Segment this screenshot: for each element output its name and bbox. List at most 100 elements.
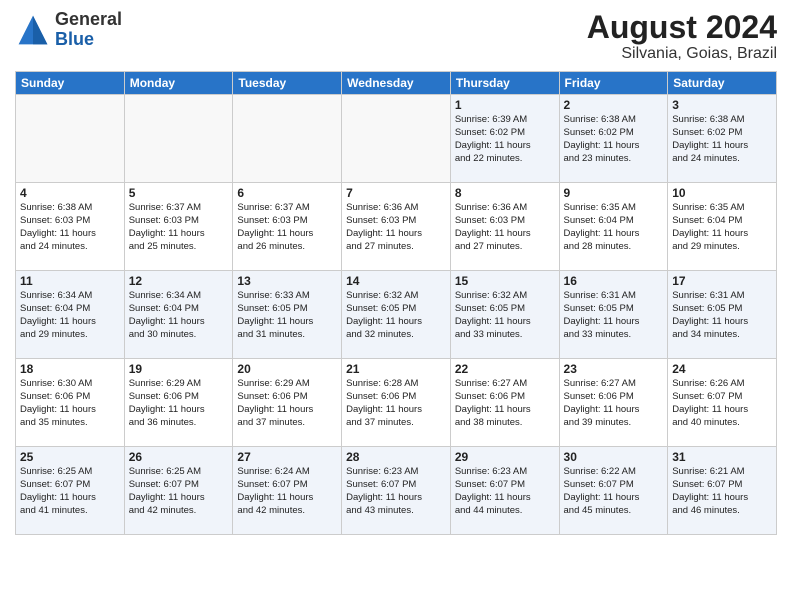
calendar-cell: 25 Sunrise: 6:25 AM Sunset: 6:07 PM Dayli… [16, 447, 125, 535]
day-content: Sunrise: 6:29 AM Sunset: 6:06 PM Dayligh… [129, 378, 229, 429]
week-row-1: 1 Sunrise: 6:39 AM Sunset: 6:02 PM Daylig… [16, 95, 777, 183]
day-content: Sunrise: 6:25 AM Sunset: 6:07 PM Dayligh… [20, 466, 120, 517]
calendar-cell: 18 Sunrise: 6:30 AM Sunset: 6:06 PM Dayli… [16, 359, 125, 447]
day-header-wednesday: Wednesday [342, 72, 451, 95]
header: General Blue August 2024 Silvania, Goias… [15, 10, 777, 63]
day-number: 7 [346, 186, 446, 200]
day-content: Sunrise: 6:25 AM Sunset: 6:07 PM Dayligh… [129, 466, 229, 517]
calendar-cell [16, 95, 125, 183]
day-number: 12 [129, 274, 229, 288]
day-number: 28 [346, 450, 446, 464]
calendar-cell [342, 95, 451, 183]
calendar-cell: 2 Sunrise: 6:38 AM Sunset: 6:02 PM Daylig… [559, 95, 668, 183]
day-content: Sunrise: 6:37 AM Sunset: 6:03 PM Dayligh… [237, 202, 337, 253]
calendar-cell: 11Sunrise: 6:34 AM Sunset: 6:04 PM Dayli… [16, 271, 125, 359]
day-number: 18 [20, 362, 120, 376]
day-content: Sunrise: 6:31 AM Sunset: 6:05 PM Dayligh… [672, 290, 772, 341]
day-content: Sunrise: 6:28 AM Sunset: 6:06 PM Dayligh… [346, 378, 446, 429]
calendar-cell: 22 Sunrise: 6:27 AM Sunset: 6:06 PM Dayli… [450, 359, 559, 447]
calendar-cell: 7 Sunrise: 6:36 AM Sunset: 6:03 PM Daylig… [342, 183, 451, 271]
logo: General Blue [15, 10, 122, 50]
day-number: 22 [455, 362, 555, 376]
day-header-sunday: Sunday [16, 72, 125, 95]
day-content: Sunrise: 6:23 AM Sunset: 6:07 PM Dayligh… [346, 466, 446, 517]
day-number: 25 [20, 450, 120, 464]
week-row-3: 11Sunrise: 6:34 AM Sunset: 6:04 PM Dayli… [16, 271, 777, 359]
calendar-cell: 19 Sunrise: 6:29 AM Sunset: 6:06 PM Dayli… [124, 359, 233, 447]
day-number: 13 [237, 274, 337, 288]
day-content: Sunrise: 6:26 AM Sunset: 6:07 PM Dayligh… [672, 378, 772, 429]
month-year: August 2024 [587, 10, 777, 45]
day-number: 15 [455, 274, 555, 288]
day-content: Sunrise: 6:34 AM Sunset: 6:04 PM Dayligh… [129, 290, 229, 341]
day-number: 16 [564, 274, 664, 288]
day-number: 29 [455, 450, 555, 464]
day-header-monday: Monday [124, 72, 233, 95]
calendar-cell: 10 Sunrise: 6:35 AM Sunset: 6:04 PM Dayli… [668, 183, 777, 271]
day-content: Sunrise: 6:38 AM Sunset: 6:02 PM Dayligh… [564, 114, 664, 165]
calendar-table: SundayMondayTuesdayWednesdayThursdayFrid… [15, 71, 777, 535]
day-number: 20 [237, 362, 337, 376]
calendar-cell: 20 Sunrise: 6:29 AM Sunset: 6:06 PM Dayli… [233, 359, 342, 447]
day-content: Sunrise: 6:39 AM Sunset: 6:02 PM Dayligh… [455, 114, 555, 165]
calendar-cell: 26Sunrise: 6:25 AM Sunset: 6:07 PM Dayli… [124, 447, 233, 535]
header-row: SundayMondayTuesdayWednesdayThursdayFrid… [16, 72, 777, 95]
day-number: 10 [672, 186, 772, 200]
day-number: 23 [564, 362, 664, 376]
calendar-cell: 16 Sunrise: 6:31 AM Sunset: 6:05 PM Dayli… [559, 271, 668, 359]
day-number: 1 [455, 98, 555, 112]
calendar-cell: 17 Sunrise: 6:31 AM Sunset: 6:05 PM Dayli… [668, 271, 777, 359]
day-content: Sunrise: 6:33 AM Sunset: 6:05 PM Dayligh… [237, 290, 337, 341]
day-number: 24 [672, 362, 772, 376]
day-content: Sunrise: 6:36 AM Sunset: 6:03 PM Dayligh… [346, 202, 446, 253]
calendar-cell: 1 Sunrise: 6:39 AM Sunset: 6:02 PM Daylig… [450, 95, 559, 183]
calendar-cell: 12 Sunrise: 6:34 AM Sunset: 6:04 PM Dayli… [124, 271, 233, 359]
calendar-cell: 8 Sunrise: 6:36 AM Sunset: 6:03 PM Daylig… [450, 183, 559, 271]
week-row-4: 18 Sunrise: 6:30 AM Sunset: 6:06 PM Dayli… [16, 359, 777, 447]
calendar-cell: 29 Sunrise: 6:23 AM Sunset: 6:07 PM Dayli… [450, 447, 559, 535]
day-number: 5 [129, 186, 229, 200]
day-content: Sunrise: 6:35 AM Sunset: 6:04 PM Dayligh… [672, 202, 772, 253]
page: General Blue August 2024 Silvania, Goias… [0, 0, 792, 612]
logo-general: General [55, 9, 122, 29]
location: Silvania, Goias, Brazil [587, 45, 777, 63]
day-number: 17 [672, 274, 772, 288]
logo-text: General Blue [55, 10, 122, 50]
calendar-cell: 15 Sunrise: 6:32 AM Sunset: 6:05 PM Dayli… [450, 271, 559, 359]
day-number: 3 [672, 98, 772, 112]
day-number: 14 [346, 274, 446, 288]
day-content: Sunrise: 6:23 AM Sunset: 6:07 PM Dayligh… [455, 466, 555, 517]
day-number: 2 [564, 98, 664, 112]
day-content: Sunrise: 6:22 AM Sunset: 6:07 PM Dayligh… [564, 466, 664, 517]
day-number: 31 [672, 450, 772, 464]
day-content: Sunrise: 6:21 AM Sunset: 6:07 PM Dayligh… [672, 466, 772, 517]
day-header-saturday: Saturday [668, 72, 777, 95]
calendar-cell: 23Sunrise: 6:27 AM Sunset: 6:06 PM Dayli… [559, 359, 668, 447]
day-content: Sunrise: 6:36 AM Sunset: 6:03 PM Dayligh… [455, 202, 555, 253]
calendar-cell: 30Sunrise: 6:22 AM Sunset: 6:07 PM Dayli… [559, 447, 668, 535]
logo-icon [15, 12, 51, 48]
day-content: Sunrise: 6:34 AM Sunset: 6:04 PM Dayligh… [20, 290, 120, 341]
day-header-thursday: Thursday [450, 72, 559, 95]
calendar-cell: 21 Sunrise: 6:28 AM Sunset: 6:06 PM Dayli… [342, 359, 451, 447]
calendar-cell: 13 Sunrise: 6:33 AM Sunset: 6:05 PM Dayli… [233, 271, 342, 359]
day-content: Sunrise: 6:31 AM Sunset: 6:05 PM Dayligh… [564, 290, 664, 341]
day-content: Sunrise: 6:27 AM Sunset: 6:06 PM Dayligh… [455, 378, 555, 429]
day-content: Sunrise: 6:35 AM Sunset: 6:04 PM Dayligh… [564, 202, 664, 253]
day-number: 19 [129, 362, 229, 376]
day-number: 6 [237, 186, 337, 200]
day-header-tuesday: Tuesday [233, 72, 342, 95]
day-content: Sunrise: 6:30 AM Sunset: 6:06 PM Dayligh… [20, 378, 120, 429]
day-number: 21 [346, 362, 446, 376]
day-number: 4 [20, 186, 120, 200]
day-number: 27 [237, 450, 337, 464]
calendar-cell: 24 Sunrise: 6:26 AM Sunset: 6:07 PM Dayli… [668, 359, 777, 447]
day-content: Sunrise: 6:38 AM Sunset: 6:02 PM Dayligh… [672, 114, 772, 165]
day-content: Sunrise: 6:32 AM Sunset: 6:05 PM Dayligh… [455, 290, 555, 341]
day-number: 8 [455, 186, 555, 200]
day-content: Sunrise: 6:29 AM Sunset: 6:06 PM Dayligh… [237, 378, 337, 429]
day-content: Sunrise: 6:32 AM Sunset: 6:05 PM Dayligh… [346, 290, 446, 341]
week-row-5: 25 Sunrise: 6:25 AM Sunset: 6:07 PM Dayli… [16, 447, 777, 535]
title-block: August 2024 Silvania, Goias, Brazil [587, 10, 777, 63]
calendar-cell: 4Sunrise: 6:38 AM Sunset: 6:03 PM Daylig… [16, 183, 125, 271]
